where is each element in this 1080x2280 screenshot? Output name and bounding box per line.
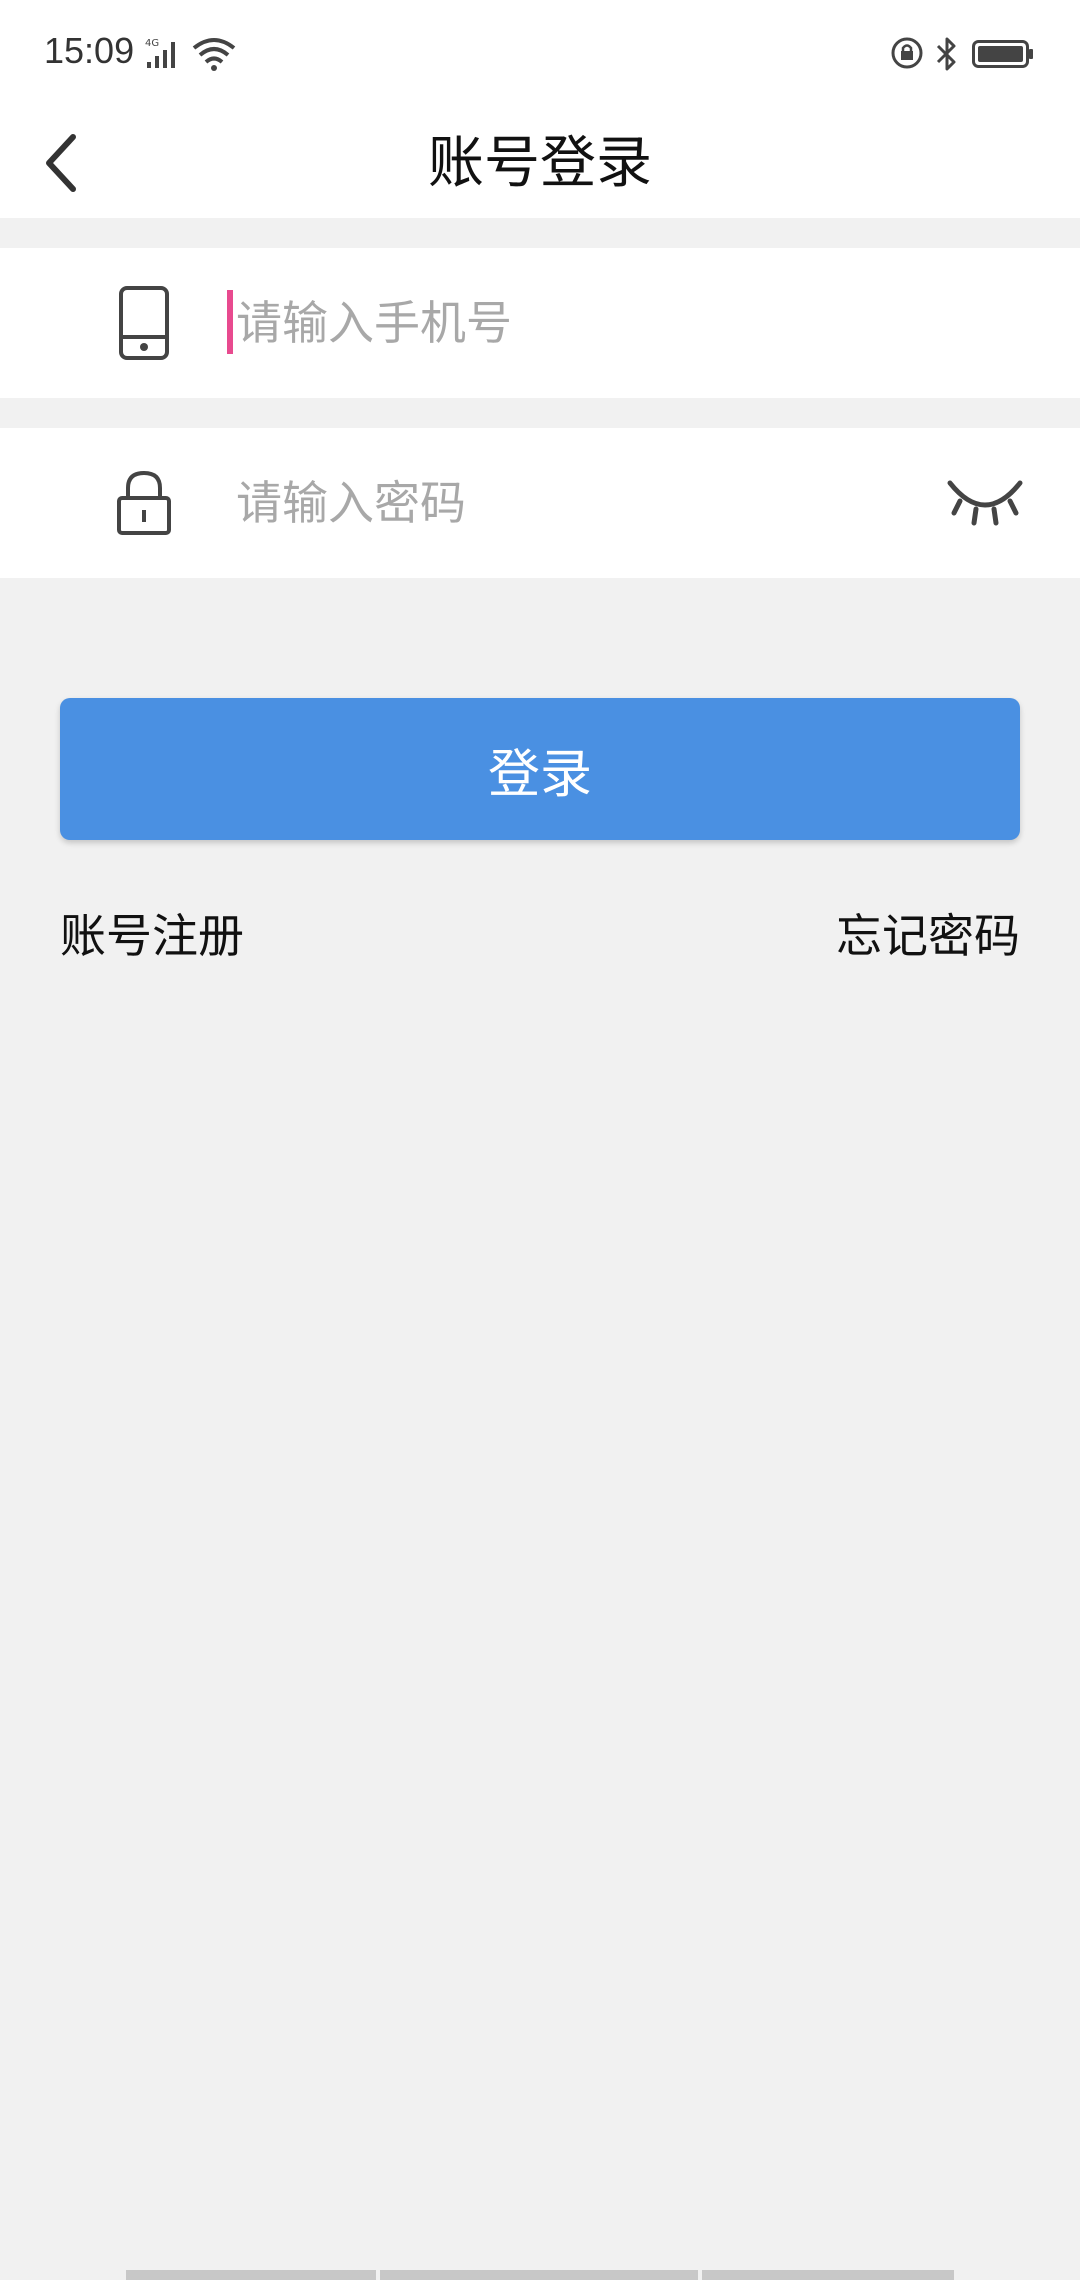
status-time: 15:09	[44, 30, 135, 71]
lock-icon	[112, 461, 176, 545]
signal-label: 4G	[145, 38, 159, 49]
gesture-bar	[126, 2270, 954, 2280]
page-title: 账号登录	[428, 131, 652, 196]
gesture-bar-segment	[380, 2270, 698, 2280]
password-input[interactable]	[228, 458, 916, 548]
phone-input[interactable]	[228, 278, 916, 368]
text-caret	[227, 290, 233, 354]
chevron-left-icon	[46, 134, 76, 192]
gesture-bar-segment	[702, 2270, 954, 2280]
signal-icon: 4G	[145, 38, 175, 68]
app-header: 账号登录	[0, 110, 1080, 218]
eye-closed-icon	[947, 480, 1023, 526]
back-button[interactable]	[16, 118, 106, 208]
gesture-bar-segment	[126, 2270, 376, 2280]
forgot-password-link[interactable]: 忘记密码	[836, 900, 1020, 966]
status-bar: 15:09 4G	[0, 0, 1080, 110]
battery-icon	[972, 40, 1033, 68]
bluetooth-icon	[936, 37, 956, 71]
wifi-icon	[192, 38, 236, 71]
register-link[interactable]: 账号注册	[60, 900, 244, 966]
login-button[interactable]: 登录	[60, 698, 1020, 840]
lock-rotation-icon	[891, 37, 923, 69]
password-row	[0, 428, 1080, 578]
phone-icon	[112, 281, 176, 365]
phone-row	[0, 248, 1080, 398]
password-visibility-toggle[interactable]	[940, 468, 1030, 538]
